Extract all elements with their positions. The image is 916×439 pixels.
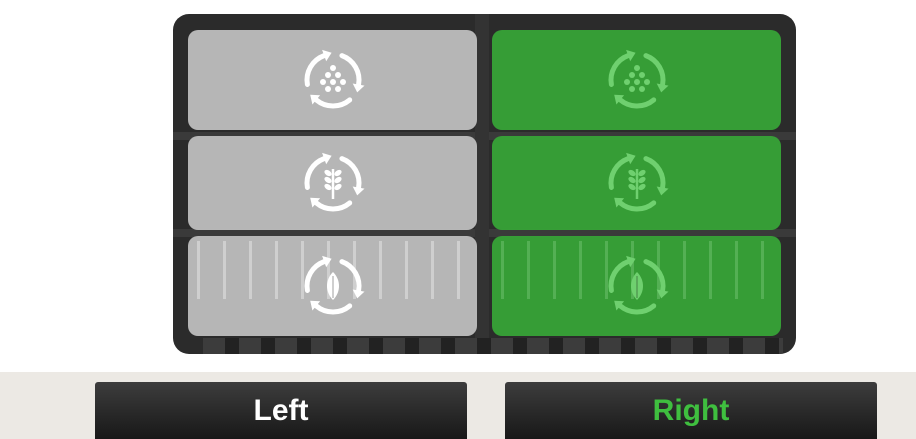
crop-recycle-icon <box>295 248 371 324</box>
right-grain-tile[interactable] <box>492 30 781 130</box>
header-comb <box>203 338 783 354</box>
crop-recycle-icon <box>599 248 675 324</box>
right-button[interactable]: Right <box>505 382 877 439</box>
grain-recycle-icon <box>295 42 371 118</box>
machine-panel <box>173 14 796 354</box>
left-crop-tile[interactable] <box>188 236 477 336</box>
right-wheat-tile[interactable] <box>492 136 781 230</box>
right-crop-tile[interactable] <box>492 236 781 336</box>
grain-recycle-icon <box>599 42 675 118</box>
left-button[interactable]: Left <box>95 382 467 439</box>
wheat-recycle-icon <box>295 145 371 221</box>
left-grain-tile[interactable] <box>188 30 477 130</box>
wheat-recycle-icon <box>599 145 675 221</box>
frame-divider <box>475 14 489 354</box>
left-wheat-tile[interactable] <box>188 136 477 230</box>
